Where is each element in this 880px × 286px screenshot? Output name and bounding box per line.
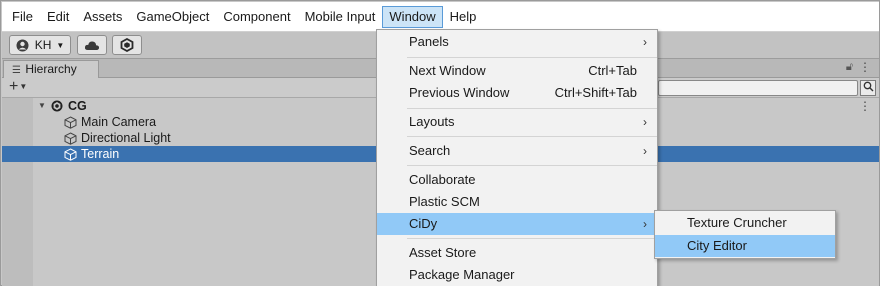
menu-item-city-editor[interactable]: City Editor <box>655 235 835 257</box>
menu-mobile-input[interactable]: Mobile Input <box>298 6 383 28</box>
gameobject-label: Directional Light <box>81 131 171 145</box>
chevron-right-icon: › <box>643 35 647 49</box>
menu-item-previous-window[interactable]: Previous Window Ctrl+Shift+Tab <box>377 82 657 104</box>
menu-edit[interactable]: Edit <box>40 6 76 28</box>
gameobject-cube-icon <box>64 132 77 145</box>
chevron-right-icon: › <box>643 144 647 158</box>
menu-item-package-manager[interactable]: Package Manager <box>377 264 657 286</box>
menu-item-layouts[interactable]: Layouts › <box>377 111 657 133</box>
cloud-button[interactable] <box>77 35 107 55</box>
search-icon <box>863 81 873 92</box>
menu-gameobject[interactable]: GameObject <box>129 6 216 28</box>
chevron-right-icon: › <box>643 217 647 231</box>
menu-help[interactable]: Help <box>443 6 484 28</box>
collab-button[interactable] <box>112 35 142 55</box>
menu-divider <box>407 108 657 109</box>
unity-scene-icon <box>51 100 63 112</box>
add-object-button[interactable]: +▼ <box>9 78 27 96</box>
menu-divider <box>407 57 657 58</box>
cidy-submenu: Texture Cruncher City Editor <box>654 210 836 259</box>
menu-component[interactable]: Component <box>216 6 297 28</box>
gameobject-cube-icon <box>64 148 77 161</box>
more-options-icon[interactable]: ⋮ <box>859 60 871 74</box>
menu-item-search[interactable]: Search › <box>377 140 657 162</box>
menu-divider <box>407 238 657 239</box>
chevron-down-icon: ▼ <box>56 40 65 50</box>
menu-item-texture-cruncher[interactable]: Texture Cruncher <box>655 212 835 234</box>
menu-item-panels[interactable]: Panels › <box>377 31 657 53</box>
menu-item-cidy[interactable]: CiDy › <box>377 213 657 235</box>
menu-assets[interactable]: Assets <box>76 6 129 28</box>
plus-icon: + <box>9 78 19 96</box>
account-label: KH <box>34 38 52 52</box>
menu-item-asset-store[interactable]: Asset Store <box>377 242 657 264</box>
lock-icon[interactable]: 🔓︎ <box>846 61 853 74</box>
menu-window[interactable]: Window <box>382 5 443 28</box>
cloud-icon <box>84 40 100 50</box>
window-menu: Panels › Next Window Ctrl+Tab Previous W… <box>376 29 658 286</box>
gameobject-label: Main Camera <box>81 115 157 129</box>
tab-hierarchy-label: Hierarchy <box>25 62 77 76</box>
tab-hierarchy[interactable]: ☰ Hierarchy <box>3 60 99 79</box>
scene-options-icon[interactable]: ⋮ <box>859 98 871 114</box>
menu-divider <box>407 165 657 166</box>
menu-divider <box>407 136 657 137</box>
account-dropdown[interactable]: KH ▼ <box>9 35 71 55</box>
menu-item-next-window[interactable]: Next Window Ctrl+Tab <box>377 60 657 82</box>
chevron-right-icon: › <box>643 115 647 129</box>
gameobject-cube-icon <box>64 116 77 129</box>
menu-file[interactable]: File <box>5 6 40 28</box>
expand-arrow-icon[interactable]: ▼ <box>38 98 46 114</box>
chevron-down-icon: ▼ <box>19 82 28 91</box>
menu-item-plastic-scm[interactable]: Plastic SCM <box>377 191 657 213</box>
menu-item-collaborate[interactable]: Collaborate <box>377 169 657 191</box>
hierarchy-search-input[interactable] <box>658 80 858 96</box>
search-by-type-button[interactable] <box>860 80 876 96</box>
scene-label: CG <box>68 99 87 113</box>
editor-window: File Edit Assets GameObject Component Mo… <box>0 0 880 286</box>
user-icon <box>16 39 29 51</box>
gameobject-label: Terrain <box>81 147 120 161</box>
list-icon: ☰ <box>12 65 21 76</box>
menu-bar: File Edit Assets GameObject Component Mo… <box>2 2 879 32</box>
collab-icon <box>120 38 134 52</box>
